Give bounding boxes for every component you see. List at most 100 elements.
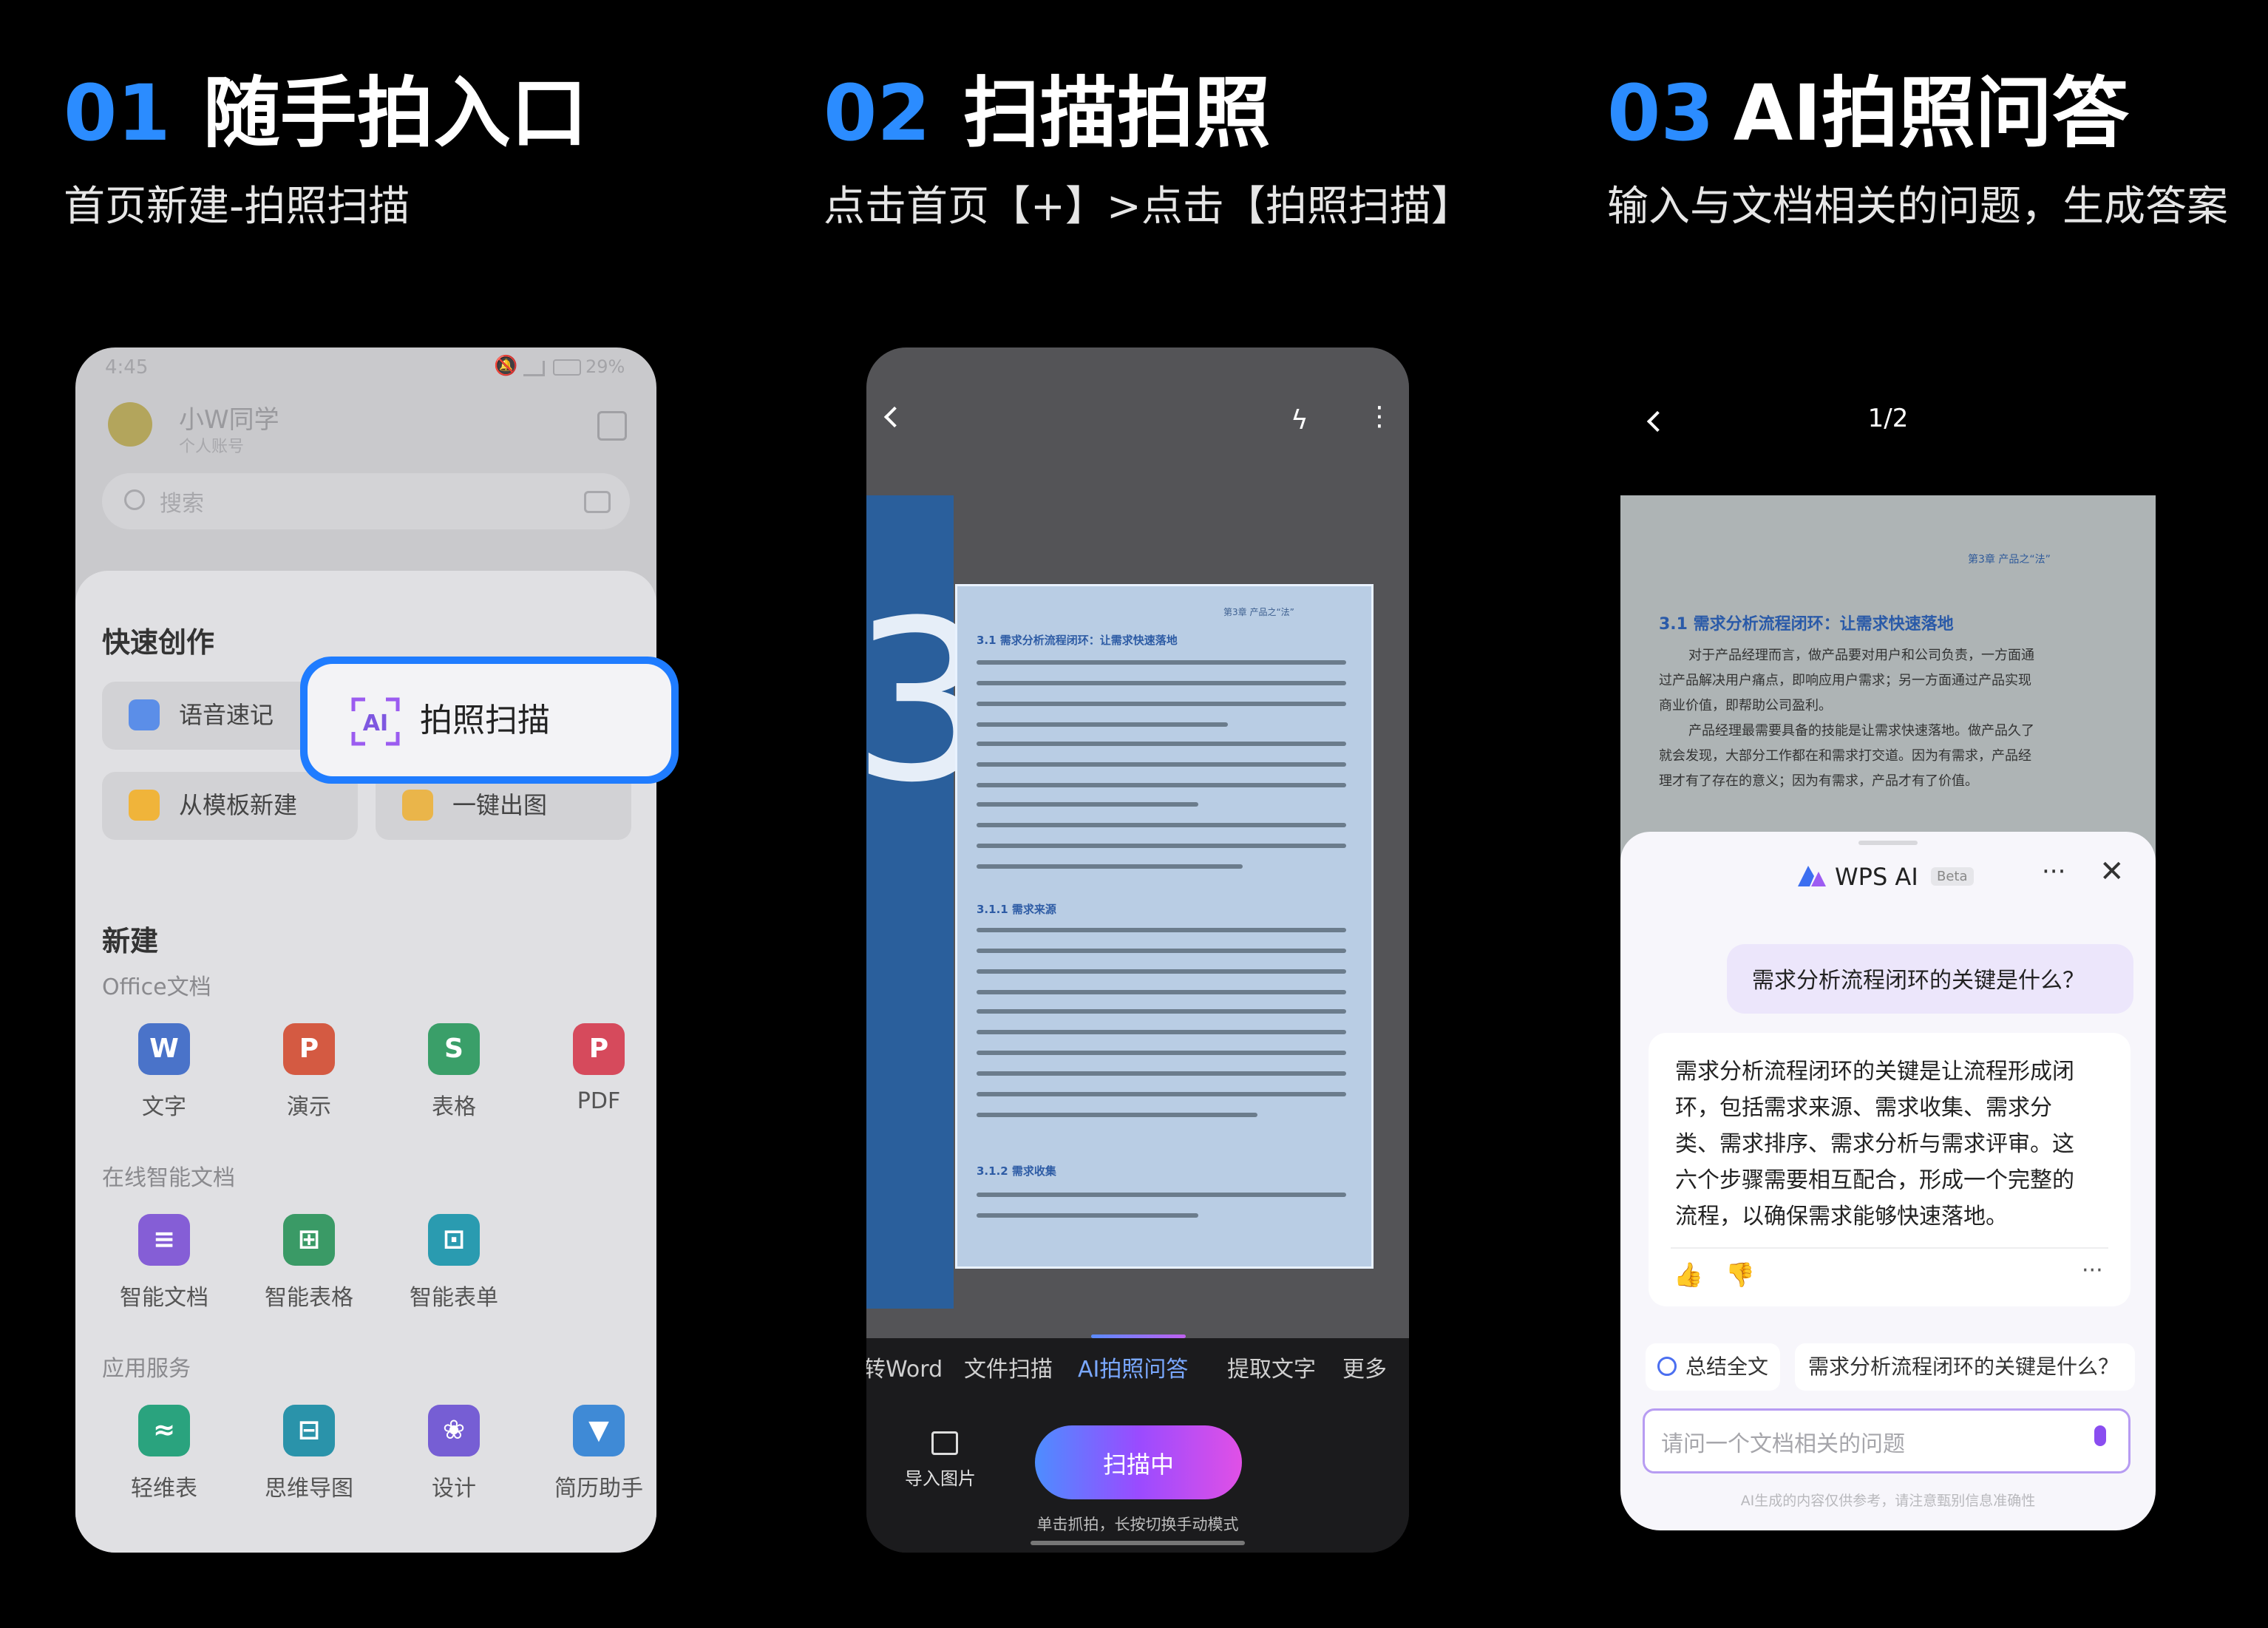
photo-line: 商业价值，即帮助公司盈利。 — [1659, 698, 1832, 713]
app-resume-label: 简历助手 — [554, 1476, 643, 1502]
import-image-button[interactable]: 导入图片 — [905, 1431, 986, 1502]
mode-to-word[interactable]: 转Word — [866, 1351, 943, 1383]
smart-doc-icon: ≡ — [138, 1214, 190, 1266]
book-text-line — [977, 1009, 1346, 1014]
book-heading-2: 3.1.1 需求来源 — [977, 903, 1056, 916]
smart-form-icon: ⊡ — [428, 1214, 480, 1266]
answer-line: 环，包括需求来源、需求收集、需求分 — [1675, 1095, 2052, 1121]
app-spreadsheet[interactable]: S 表格 — [395, 1023, 513, 1121]
flash-off-icon[interactable]: ϟ — [1291, 405, 1308, 435]
pdf-icon: P — [573, 1023, 625, 1075]
active-mode-indicator — [1091, 1334, 1186, 1338]
camera-icon[interactable] — [584, 491, 611, 513]
photo-line: 就会发现，大部分工作都在和需求打交道。因为有需求，产品经 — [1659, 748, 2031, 764]
avatar[interactable] — [108, 402, 152, 447]
photo-scan-button[interactable]: AI 拍照扫描 — [308, 664, 671, 776]
app-light-table[interactable]: ≈ 轻维表 — [105, 1405, 223, 1502]
image-icon — [931, 1431, 958, 1455]
book-text-line — [977, 844, 1346, 848]
search-bar[interactable]: 搜索 — [102, 473, 630, 529]
question-input[interactable]: 请问一个文档相关的问题 — [1643, 1408, 2131, 1473]
scan-button-label: 扫描中 — [1102, 1451, 1174, 1479]
book-text-line — [977, 928, 1346, 932]
mode-file-scan[interactable]: 文件扫描 — [964, 1351, 1053, 1383]
summary-chip-label: 总结全文 — [1685, 1354, 1769, 1379]
book-heading-3: 3.1.2 需求收集 — [977, 1164, 1056, 1178]
app-design[interactable]: ❀ 设计 — [395, 1405, 513, 1502]
book-page-header: 第3章 产品之“法” — [1223, 607, 1294, 617]
mute-icon: 🔕 — [494, 355, 518, 377]
answer-line: 类、需求排序、需求分析与需求评审。这 — [1675, 1131, 2074, 1157]
book-text-line — [977, 1113, 1257, 1117]
app-smart-form-label: 智能表单 — [410, 1285, 498, 1311]
more-horizontal-icon[interactable]: ··· — [2042, 857, 2065, 886]
ai-disclaimer: AI生成的内容仅供参考，请注意甄别信息准确性 — [1740, 1493, 2036, 1509]
status-bar: 4:45 🔕 29% — [75, 347, 656, 392]
phone-scan-camera: 3 第3章 产品之“法” 3.1 需求分析流程闭环：让需求快速落地 3.1.1 … — [866, 347, 1409, 1553]
search-icon — [124, 489, 145, 510]
search-icon — [1657, 1357, 1677, 1376]
app-resume[interactable]: ▼ 简历助手 — [540, 1405, 656, 1502]
answer-more-icon[interactable]: ··· — [2082, 1258, 2103, 1283]
battery-level: 29% — [585, 356, 625, 377]
signal-icon — [523, 361, 545, 376]
step2-number: 02 — [824, 68, 931, 158]
presentation-icon: P — [283, 1023, 335, 1075]
step1-heading: 随手拍入口 — [203, 68, 588, 158]
more-vertical-icon[interactable]: ⋮ — [1366, 404, 1393, 430]
microphone-icon — [129, 699, 160, 730]
book-text-line — [977, 783, 1346, 787]
book-text-line — [977, 1213, 1198, 1218]
step1-title: 01 随手拍入口 — [64, 65, 588, 161]
thumbs-down-icon[interactable]: 👎 — [1725, 1261, 1755, 1289]
multitask-icon[interactable] — [597, 411, 627, 441]
mode-extract-text[interactable]: 提取文字 — [1227, 1351, 1316, 1383]
home-indicator — [1031, 1541, 1245, 1545]
book-text-line — [977, 1092, 1346, 1096]
book-text-line — [977, 864, 1243, 869]
photo-heading: 3.1 需求分析流程闭环：让需求快速落地 — [1659, 615, 1954, 634]
user-name[interactable]: 小W同学 — [179, 399, 279, 435]
photo-scan-label: 拍照扫描 — [420, 702, 550, 739]
wps-ai-logo-icon — [1798, 866, 1826, 886]
smart-docs-label: 在线智能文档 — [102, 1165, 235, 1191]
app-pdf[interactable]: P PDF — [540, 1023, 656, 1114]
thumbs-up-icon[interactable]: 👍 — [1674, 1261, 1703, 1289]
book-text-line — [977, 1193, 1346, 1197]
step3-heading: AI拍照问答 — [1733, 68, 2129, 158]
phone-home-screen: 4:45 🔕 29% 小W同学 个人账号 搜索 快速创作 语音速记 从模板新建 … — [75, 347, 656, 1553]
answer-divider — [1671, 1247, 2108, 1249]
app-mind-map[interactable]: ⊟ 思维导图 — [250, 1405, 368, 1502]
new-title: 新建 — [102, 925, 159, 957]
app-smart-sheet[interactable]: ⊞ 智能表格 — [250, 1214, 368, 1312]
app-smart-doc-label: 智能文档 — [120, 1285, 208, 1311]
app-smart-doc[interactable]: ≡ 智能文档 — [105, 1214, 223, 1312]
image-icon — [402, 790, 433, 821]
template-new-button[interactable]: 从模板新建 — [102, 772, 358, 840]
status-time: 4:45 — [105, 356, 149, 379]
step3-number: 03 — [1607, 68, 1714, 158]
book-text-line — [977, 681, 1346, 685]
shutter-scan-button[interactable]: 扫描中 — [1035, 1425, 1242, 1499]
app-word[interactable]: W 文字 — [105, 1023, 223, 1121]
step3-subtitle: 输入与文档相关的问题，生成答案 — [1607, 183, 2228, 231]
suggested-question-chip[interactable]: 需求分析流程闭环的关键是什么？ — [1795, 1343, 2135, 1391]
step2-heading: 扫描拍照 — [962, 68, 1271, 158]
step1-subtitle: 首页新建-拍照扫描 — [64, 183, 410, 231]
one-click-image-label: 一键出图 — [452, 791, 548, 819]
light-table-icon: ≈ — [138, 1405, 190, 1456]
summary-chip[interactable]: 总结全文 — [1646, 1343, 1780, 1391]
captured-page-image: 第3章 产品之“法” 3.1 需求分析流程闭环：让需求快速落地 对于产品经理而言… — [1620, 495, 2156, 865]
mode-ai-photo-qa[interactable]: AI拍照问答 — [1078, 1351, 1188, 1383]
close-icon[interactable]: ✕ — [2099, 857, 2125, 886]
photo-page-header: 第3章 产品之“法” — [1968, 554, 2051, 566]
book-text-line — [977, 1030, 1346, 1034]
mode-more[interactable]: 更多 — [1342, 1351, 1387, 1383]
book-text-line — [977, 823, 1346, 827]
app-smart-form[interactable]: ⊡ 智能表单 — [395, 1214, 513, 1312]
app-presentation[interactable]: P 演示 — [250, 1023, 368, 1121]
app-mind-map-label: 思维导图 — [265, 1476, 353, 1502]
question-input-placeholder: 请问一个文档相关的问题 — [1661, 1431, 1905, 1457]
panel-grabber[interactable] — [1858, 841, 1918, 845]
microphone-icon[interactable] — [2094, 1425, 2106, 1446]
